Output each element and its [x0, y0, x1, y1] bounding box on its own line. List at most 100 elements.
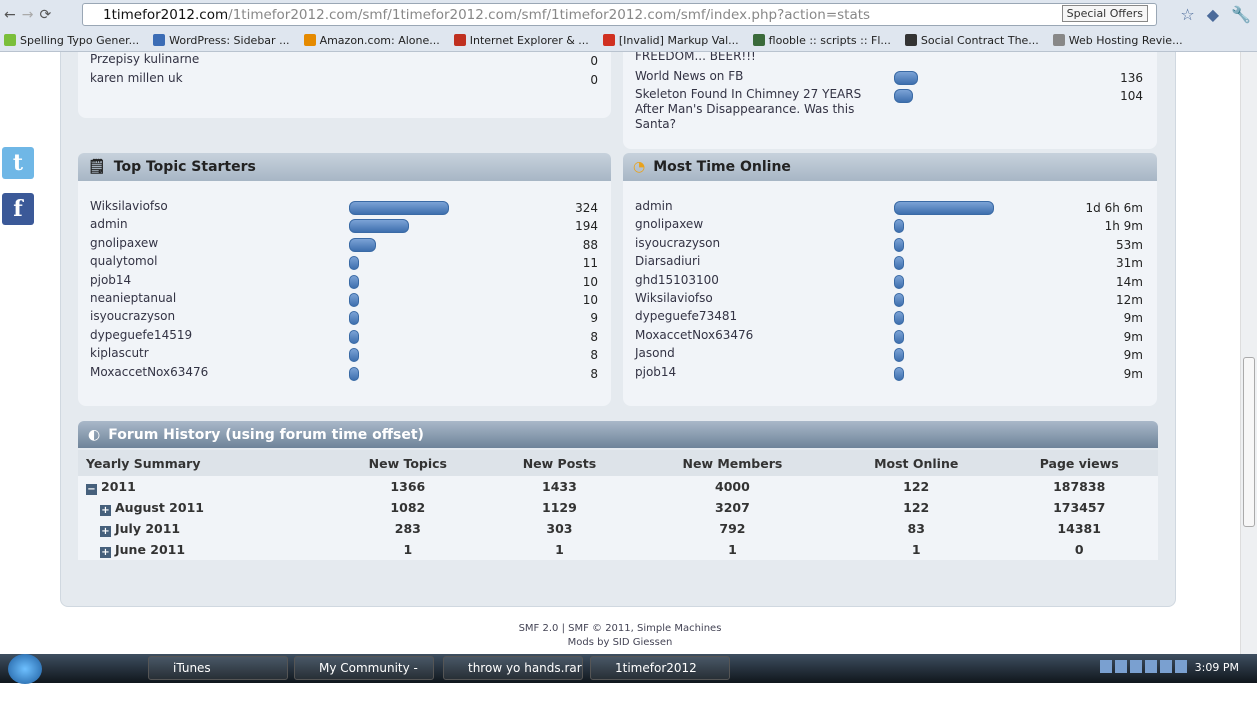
page-content: t f Honest Diet Plan Reviews0Przepisy ku… — [0, 52, 1240, 654]
facebook-icon[interactable]: f — [2, 193, 34, 225]
stat-name[interactable]: isyoucrazyson — [90, 309, 340, 324]
column-header: Most Online — [832, 450, 1001, 476]
bookmark-item[interactable]: [Invalid] Markup Val... — [602, 34, 739, 47]
start-button[interactable] — [8, 653, 42, 684]
stat-value: 136 — [1120, 71, 1143, 85]
period-label[interactable]: August 2011 — [115, 500, 204, 515]
prev-right-panel: CASEY ANTHONY FIRST TASTE OF FREEDOM... … — [623, 52, 1157, 149]
stat-name[interactable]: Diarsadiuri — [635, 254, 885, 269]
stat-value: 104 — [1120, 89, 1143, 103]
stat-name[interactable]: Wiksilaviofso — [90, 199, 340, 214]
expand-icon[interactable]: + — [100, 504, 111, 516]
history-row: −2011 1366 1433 4000 122 187838 — [78, 476, 1158, 497]
stat-name[interactable]: karen millen uk — [90, 71, 390, 86]
special-offers-button[interactable]: Special Offers — [1061, 5, 1148, 22]
stat-bar — [349, 219, 409, 234]
system-tray — [1100, 660, 1187, 673]
reload-icon[interactable]: ⟳ — [39, 7, 51, 23]
stat-bar — [894, 274, 904, 289]
expand-icon[interactable]: + — [100, 525, 111, 537]
stat-row: Wiksilaviofso 324 — [90, 199, 610, 217]
collapse-icon[interactable]: − — [86, 483, 97, 495]
footer-copyright[interactable]: SMF 2.0 | SMF © 2011, Simple Machines — [0, 622, 1240, 636]
stat-value: 11 — [582, 256, 598, 271]
back-icon[interactable]: ← — [4, 7, 16, 23]
stat-value: 12m — [1116, 293, 1143, 307]
column-header: New Members — [632, 450, 833, 476]
stat-bar — [349, 256, 359, 271]
stat-value: 1h 9m — [1104, 219, 1143, 234]
extension-icon[interactable]: ◆ — [1207, 5, 1219, 24]
history-cell: 0 — [1000, 539, 1158, 560]
stat-name[interactable]: dypeguefe14519 — [90, 328, 340, 343]
stat-name[interactable]: Przepisy kulinarne — [90, 52, 390, 67]
stat-value: 10 — [582, 274, 598, 289]
bookmark-item[interactable]: flooble :: scripts :: Fl... — [752, 34, 891, 47]
history-period: + August 2011 — [78, 497, 330, 518]
bookmark-item[interactable]: WordPress: Sidebar ... — [153, 34, 290, 47]
stat-name[interactable]: isyoucrazyson — [635, 236, 885, 251]
bookmark-item[interactable]: Social Contract The... — [904, 34, 1039, 47]
stat-value: 8 — [590, 329, 598, 344]
history-cell: 1 — [632, 539, 833, 560]
stat-name[interactable]: Jasond — [635, 346, 885, 361]
stat-name[interactable]: qualytomol — [90, 254, 340, 269]
stat-value: 9m — [1123, 348, 1143, 363]
history-cell: 3207 — [632, 497, 833, 518]
bookmarks-bar: Spelling Typo Gener... WordPress: Sidebar… — [0, 30, 1183, 51]
stat-row: ghd15103100 14m — [635, 273, 1155, 291]
stat-name[interactable]: dypeguefe73481 — [635, 309, 885, 324]
stat-name[interactable]: admin — [635, 199, 885, 214]
stat-bar — [894, 237, 904, 252]
bookmark-item[interactable]: Web Hosting Revie... — [1052, 34, 1183, 47]
stat-row: MoxaccetNox63476 9m — [635, 328, 1155, 346]
star-icon[interactable]: ☆ — [1180, 5, 1194, 24]
wrench-icon[interactable]: 🔧 — [1231, 5, 1251, 24]
stat-name[interactable]: Skeleton Found In Chimney 27 YEARS After… — [635, 87, 885, 132]
stat-row: karen millen uk 0 — [90, 71, 610, 89]
history-cell: 283 — [329, 518, 487, 539]
stat-row: Jasond 9m — [635, 346, 1155, 364]
period-label[interactable]: July 2011 — [115, 521, 180, 536]
history-cell: 1 — [832, 539, 1001, 560]
taskbar: iTunes My Community - St... throw yo hands… — [0, 653, 1257, 697]
bookmark-item[interactable]: Spelling Typo Gener... — [4, 34, 139, 47]
bookmark-item[interactable]: Amazon.com: Alone... — [303, 34, 440, 47]
stat-name[interactable]: MoxaccetNox63476 — [635, 328, 885, 343]
stat-value: 0 — [590, 72, 598, 87]
taskbar-item[interactable]: throw yo hands.rar - ... — [443, 656, 583, 697]
bookmark-item[interactable]: Internet Explorer & ... — [453, 34, 589, 47]
stat-name[interactable]: CASEY ANTHONY FIRST TASTE OF FREEDOM... … — [635, 52, 885, 64]
twitter-icon[interactable]: t — [2, 147, 34, 179]
stat-name[interactable]: World News on FB — [635, 69, 885, 84]
stat-name[interactable]: MoxaccetNox63476 — [90, 365, 340, 380]
stat-bar — [894, 311, 904, 326]
period-label[interactable]: June 2011 — [115, 542, 185, 557]
taskbar-item[interactable]: My Community - St... — [294, 656, 434, 697]
forum-history-table: Yearly Summary New Topics New Posts New Mem… — [78, 450, 1158, 560]
stat-name[interactable]: pjob14 — [635, 365, 885, 380]
stat-name[interactable]: kiplascutr — [90, 346, 340, 361]
address-bar[interactable]: 1timefor2012.com/1timefor2012.com/smf/1t… — [82, 3, 1157, 26]
stat-name[interactable]: Wiksilaviofso — [635, 291, 885, 306]
forward-icon[interactable]: → — [22, 7, 34, 23]
stat-name[interactable]: admin — [90, 217, 340, 232]
history-cell: 1366 — [329, 476, 487, 497]
stat-value: 9m — [1123, 329, 1143, 344]
history-row: + August 2011 1082 1129 3207 122 173457 — [78, 497, 1158, 518]
history-cell: 1129 — [486, 497, 633, 518]
period-label[interactable]: 2011 — [101, 479, 136, 494]
stat-name[interactable]: neanieptanual — [90, 291, 340, 306]
stat-name[interactable]: ghd15103100 — [635, 273, 885, 288]
expand-icon[interactable]: + — [100, 546, 111, 558]
taskbar-item[interactable]: 1timefor2012 screen... — [590, 656, 730, 697]
scrollbar-thumb[interactable] — [1243, 357, 1255, 527]
taskbar-item[interactable]: iTunes — [148, 656, 288, 680]
stat-name[interactable]: gnolipaxew — [90, 236, 340, 251]
history-period: + June 2011 — [78, 539, 330, 560]
stat-name[interactable]: pjob14 — [90, 273, 340, 288]
stat-name[interactable]: gnolipaxew — [635, 217, 885, 232]
scrollbar[interactable] — [1240, 52, 1257, 654]
stat-row: Przepisy kulinarne 0 — [90, 52, 610, 70]
stat-bar — [349, 237, 376, 252]
